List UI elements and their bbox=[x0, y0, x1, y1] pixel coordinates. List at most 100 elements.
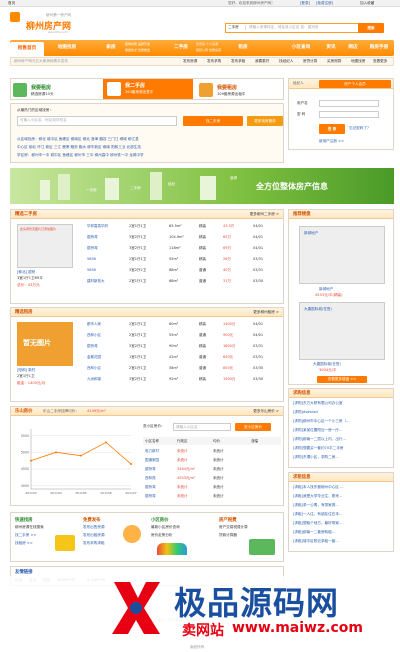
search-button[interactable]: 搜索 bbox=[358, 23, 384, 33]
community-link[interactable]: 电力新村 bbox=[145, 447, 159, 455]
table-row[interactable]: 电力新村 未统计 未统计 bbox=[143, 447, 281, 455]
sub-nav-link[interactable]: 查看更多 bbox=[373, 59, 387, 64]
table-row[interactable]: 银桥湾 未统计 未统计 bbox=[143, 492, 281, 500]
price-search-button[interactable]: 查小区房价 bbox=[235, 423, 271, 431]
tile-community-price[interactable]: 小区房价 最新小区房价查询 房价走势分析 bbox=[151, 517, 215, 559]
table-row[interactable]: 九洲和锦 3室2厅1卫 92m² 精装 1500元 03/30 bbox=[87, 375, 281, 383]
row-title-link[interactable]: 西林小区 bbox=[87, 331, 101, 339]
find-second-button[interactable]: 找二手房 bbox=[183, 116, 243, 126]
table-row[interactable]: 5656 3室2厅2卫 88m² 普通 40万 03/31 bbox=[87, 266, 281, 274]
nav-home[interactable]: 租售首页 bbox=[10, 42, 44, 56]
quick-card-buy[interactable]: 我要租房 精选房源10头 bbox=[13, 81, 101, 99]
price-search-input[interactable]: 请输入小区名 bbox=[173, 423, 231, 431]
estate-name[interactable]: 大唐国际城(在售) bbox=[313, 362, 341, 367]
sub-nav-link[interactable]: 买房测算 bbox=[327, 59, 341, 64]
table-row[interactable]: 西林小区 2室1厅1卫 58m² 普通 850元 03/30 bbox=[87, 364, 281, 372]
request-item[interactable]: [求购]想要买一套约70平二手房 bbox=[293, 446, 391, 451]
sub-nav-link[interactable]: 房贷计算 bbox=[303, 59, 317, 64]
table-row[interactable]: 银桥湾 3464元/m² 未统计 bbox=[143, 465, 281, 473]
request-item[interactable]: [求租]本人找东都柳州中心区 ... bbox=[293, 485, 391, 490]
table-row[interactable]: 金都花园 1室1厅1卫 42m² 普通 650元 03/31 bbox=[87, 353, 281, 361]
table-row[interactable]: 银桥湾 3室2厅1卫 90m² 精装 1800元 03/31 bbox=[87, 342, 281, 350]
promo-banner[interactable]: 一手房 二手房 经纪 装修 全方位整体房产信息 bbox=[10, 168, 394, 204]
sub-nav-link[interactable]: 发布求购 bbox=[207, 59, 221, 64]
request-item[interactable]: [求购]柳南一二层以上内，出行... bbox=[293, 437, 391, 442]
row-title-link[interactable]: 5656 bbox=[87, 255, 96, 263]
table-row[interactable]: 西林小区 2室1厅1卫 55m² 普通 900元 04/01 bbox=[87, 331, 281, 339]
request-item[interactable]: [求购]东方大院有限公司办公室 bbox=[293, 401, 391, 406]
estate-photo[interactable]: 大唐国际城(在售) bbox=[299, 302, 385, 360]
nav-new[interactable]: 新房 bbox=[100, 40, 122, 56]
tile-free-publish[interactable]: 免费发布 发布出售房源 发布出租房源 发布求购求租 bbox=[83, 517, 147, 559]
row-title-link[interactable]: 银桥湾 bbox=[87, 342, 98, 350]
tile-quick-find[interactable]: 快速找房 柳州房源在线搜索 找二手房 >> 找租房 >> bbox=[15, 517, 79, 559]
login-tab-member[interactable]: 房产个人会员 bbox=[319, 80, 391, 88]
estate-photo[interactable]: 新城地产 bbox=[299, 226, 385, 284]
login-link[interactable]: [登录] bbox=[300, 1, 310, 6]
tile-link[interactable]: 找租房 >> bbox=[15, 541, 33, 546]
area-search-input[interactable]: 可输入小区名、地址或学校名 bbox=[17, 116, 177, 126]
row-title-link[interactable]: 西林小区 bbox=[87, 364, 101, 372]
logo[interactable]: 柳州第一房产网 柳州房产网 www.lzfcw.com bbox=[10, 10, 110, 38]
nav-community[interactable]: 小区查询 bbox=[286, 40, 316, 56]
sub-nav-link[interactable]: 发布房源 bbox=[183, 59, 197, 64]
table-row[interactable]: 建材新苑大 2室1厅1卫 68m² 普通 31万 03/30 bbox=[87, 277, 281, 285]
more-estates-button[interactable]: 查看更多楼盘 >> bbox=[317, 376, 367, 383]
nav-second[interactable]: 二手房 bbox=[168, 40, 194, 56]
area-links-row[interactable]: 从区域找房：柳北 城中区 鱼峰区 柳南区 柳北 洛埠 雒容 三门江 柳城 柳江县 bbox=[17, 137, 279, 142]
login-button[interactable]: 登 录 bbox=[319, 124, 345, 134]
community-link[interactable]: 银桥湾 bbox=[145, 492, 156, 500]
table-row[interactable]: 银桥湾 3室2厅1卫 104.9m² 精装 65万 04/01 bbox=[87, 233, 281, 241]
search-input[interactable]: 请输入房源特征，地址或小区名 如：银洲苑 bbox=[249, 25, 318, 30]
nav-rent[interactable]: 租房 bbox=[232, 40, 254, 56]
nav-second-sub-2[interactable]: 经纪公司 优质房源 bbox=[196, 48, 221, 52]
table-row[interactable]: 华邦嘉禧华府 2室1厅1卫 65.5m² 精装 43.5万 04/01 bbox=[87, 222, 281, 230]
request-item[interactable]: [求租]柳南一二套房转租... bbox=[293, 530, 391, 535]
bookmark-link[interactable]: 加入收藏 bbox=[360, 1, 374, 6]
search-type-select[interactable]: 二手房 bbox=[228, 25, 246, 30]
community-link[interactable]: 西林苑 bbox=[145, 474, 156, 482]
request-item[interactable]: [求购]某某位置附近一房一厅... bbox=[293, 428, 391, 433]
area-links-row[interactable]: 中心区 柳北 环江 新区 三江 鹿寨 融安 融水 柳东新区 柳南 阳和工业 北部… bbox=[17, 145, 279, 150]
sub-nav-link[interactable]: 我要委托 bbox=[255, 59, 269, 64]
tile-tax[interactable]: 房产税费 房产交易税费计算 贷款计算器 bbox=[219, 517, 281, 559]
row-title-link[interactable]: 九洲和锦 bbox=[87, 375, 101, 383]
row-title-link[interactable]: 银桥湾 bbox=[87, 233, 98, 241]
quick-card-rent[interactable]: 我要租房 109套房源出租中 bbox=[199, 81, 283, 99]
table-row[interactable]: 银桥湾 3室2厅1卫 118m² 精装 69万 04/01 bbox=[87, 244, 281, 252]
request-item[interactable]: [求租]想租个地方，最好带家... bbox=[293, 521, 391, 526]
row-title-link[interactable]: 银桥湾 bbox=[87, 244, 98, 252]
sub-nav-link[interactable]: 找经纪人 bbox=[279, 59, 293, 64]
community-link[interactable]: 银桥湾 bbox=[145, 483, 156, 491]
row-title-link[interactable]: 都市人家 bbox=[87, 320, 101, 328]
password-field[interactable] bbox=[319, 111, 379, 118]
area-links-row[interactable]: 学区房：柳州市一中 城中区 鱼峰区 柳州市 三中 柳州高中 柳州铁一中 龙城中学 bbox=[17, 153, 279, 158]
nav-new-sub-2[interactable]: 楼盘热点 优质楼盘 bbox=[125, 48, 150, 52]
nav-shop[interactable]: 网店 bbox=[343, 40, 363, 56]
row-title-link[interactable]: 5656 bbox=[87, 266, 96, 274]
nav-second-sub-1[interactable]: 全景房 个人房源 bbox=[196, 42, 218, 46]
row-title-link[interactable]: 金都花园 bbox=[87, 353, 101, 361]
request-item[interactable]: [求租]求一公寓，有带家具... bbox=[293, 503, 391, 508]
community-link[interactable]: 银桥湾 bbox=[145, 465, 156, 473]
rental-more-link[interactable]: 更多柳州租房 > bbox=[253, 310, 279, 315]
request-item[interactable]: [求租]我是大学毕业生，刚来... bbox=[293, 494, 391, 499]
row-title-link[interactable]: 建材新苑大 bbox=[87, 277, 105, 285]
second-hand-featured-name[interactable]: [柳北] 银桥 bbox=[17, 270, 35, 275]
nav-news[interactable]: 资讯 bbox=[320, 40, 342, 56]
table-row[interactable]: 银桥湾 未统计 未统计 bbox=[143, 483, 281, 491]
nav-map[interactable]: 地图找房 bbox=[50, 40, 84, 56]
quick-card-second[interactable]: 我二手房 263套房源出售中 bbox=[103, 79, 193, 99]
request-item[interactable]: [求购]柳州市中心区一个小三房（... bbox=[293, 419, 391, 424]
tile-link[interactable]: 发布求购求租 bbox=[83, 541, 105, 546]
price-trend-more-link[interactable]: 更多乐山房价 > bbox=[253, 409, 279, 414]
second-hand-more-link[interactable]: 更多柳州二手房 > bbox=[250, 212, 279, 217]
table-row[interactable]: 西林苑 4553元/m² 未统计 bbox=[143, 474, 281, 482]
tile-link[interactable]: 发布出售房源 bbox=[83, 525, 105, 530]
rental-featured-name[interactable]: [阳和] 新村 bbox=[17, 368, 35, 373]
home-link[interactable]: 首页 bbox=[8, 1, 15, 6]
tile-link[interactable]: 发布出租房源 bbox=[83, 533, 105, 538]
nav-guide[interactable]: 购房手册 bbox=[364, 40, 394, 56]
nav-new-sub-1[interactable]: 团购特惠 品牌开发 bbox=[125, 42, 150, 46]
table-row[interactable]: 5656 2室1厅1卫 55m² 精装 26万 03/31 bbox=[87, 255, 281, 263]
